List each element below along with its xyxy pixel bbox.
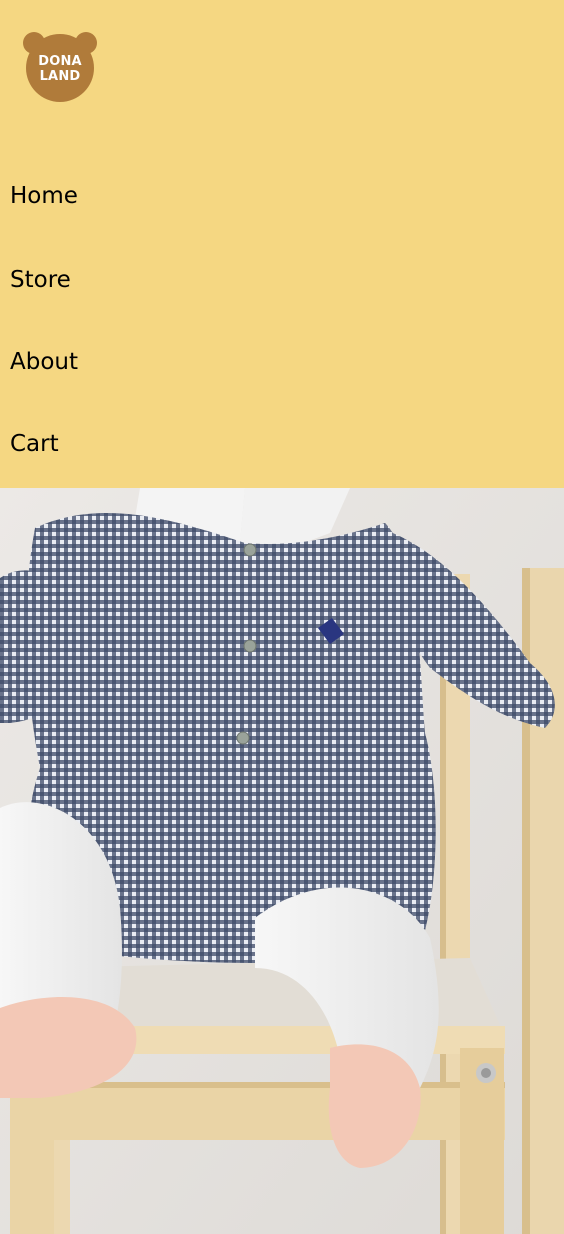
logo-line-2: LAND: [39, 69, 81, 84]
logo-line-1: DONA: [38, 54, 82, 69]
dona-land-logo[interactable]: DONA LAND: [21, 28, 99, 104]
logo-wordmark: DONA LAND: [21, 54, 99, 84]
nav-store[interactable]: Store: [10, 265, 71, 295]
baby-photo-icon: [0, 488, 564, 1234]
nav-cart[interactable]: Cart: [10, 429, 59, 459]
hero-image: [0, 488, 564, 1234]
site-header: DONA LAND Home Store About Cart: [0, 0, 564, 488]
nav-home[interactable]: Home: [10, 181, 78, 211]
nav-about[interactable]: About: [10, 347, 78, 377]
